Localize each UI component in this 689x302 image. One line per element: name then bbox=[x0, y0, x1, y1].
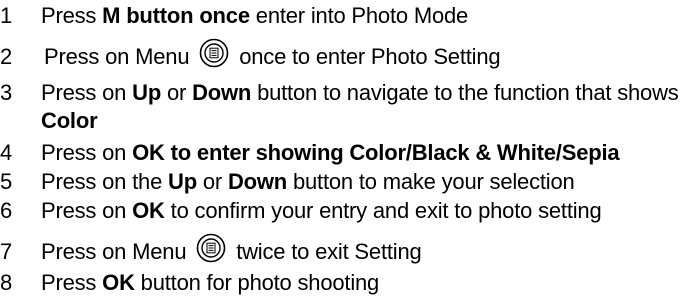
step-number: 4 bbox=[0, 140, 13, 165]
step-number: 7 bbox=[0, 239, 13, 264]
step-text: Press on Menu once to enter Photo Settin… bbox=[44, 38, 501, 71]
step-text: Press on Menu twice to exit Setting bbox=[41, 233, 422, 266]
step-number: 6 bbox=[0, 198, 13, 223]
menu-button-icon bbox=[199, 38, 229, 68]
menu-button-icon bbox=[196, 233, 226, 263]
instruction-page: { "steps": [ {"num": "1", "parts": [ {"t… bbox=[0, 0, 689, 302]
step-number: 2 bbox=[0, 44, 13, 69]
step-text: Press on the Up or Down button to make y… bbox=[41, 169, 575, 194]
step-text: Press on Up or Down button to navigate t… bbox=[41, 80, 679, 105]
step-number: 8 bbox=[0, 270, 13, 295]
step-text-continuation: Color bbox=[41, 108, 98, 133]
step-text: Press M button once enter into Photo Mod… bbox=[41, 3, 469, 28]
step-text: Press OK button for photo shooting bbox=[41, 270, 380, 295]
step-text: Press on OK to confirm your entry and ex… bbox=[41, 198, 602, 223]
step-number: 5 bbox=[0, 169, 13, 194]
step-text: Press on OK to enter showing Color/Black… bbox=[41, 140, 620, 165]
step-number: 3 bbox=[0, 80, 13, 105]
step-number: 1 bbox=[0, 3, 13, 28]
